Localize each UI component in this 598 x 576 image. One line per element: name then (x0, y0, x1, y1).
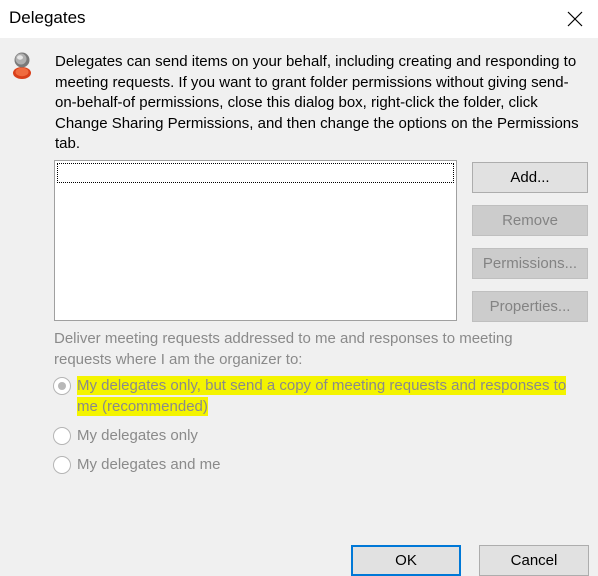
ok-button[interactable]: OK (351, 545, 461, 576)
add-button[interactable]: Add... (472, 162, 588, 193)
title-bar: Delegates (0, 0, 598, 38)
delegates-list[interactable] (54, 160, 457, 321)
radio-label-delegates-copy: My delegates only, but send a copy of me… (77, 376, 567, 416)
radio-option-delegates-copy[interactable]: My delegates only, but send a copy of me… (53, 376, 589, 417)
close-button[interactable] (552, 0, 598, 38)
close-icon (567, 11, 583, 27)
radio-button[interactable] (53, 456, 71, 474)
window-title: Delegates (9, 8, 86, 27)
permissions-button[interactable]: Permissions... (472, 248, 588, 279)
cancel-button[interactable]: Cancel (479, 545, 589, 576)
deliver-label: Deliver meeting requests addressed to me… (54, 330, 513, 368)
radio-option-delegates-only[interactable]: My delegates only (53, 426, 198, 447)
properties-button[interactable]: Properties... (472, 291, 588, 322)
list-focus-row[interactable] (57, 163, 454, 183)
remove-button[interactable]: Remove (472, 205, 588, 236)
radio-label-delegates-only: My delegates only (77, 427, 198, 444)
intro-text: Delegates can send items on your behalf,… (55, 53, 579, 152)
radio-label-delegates-and-me: My delegates and me (77, 456, 221, 473)
delegates-person-icon (13, 52, 31, 79)
radio-button-selected[interactable] (53, 377, 71, 395)
radio-option-delegates-and-me[interactable]: My delegates and me (53, 455, 220, 476)
radio-button[interactable] (53, 427, 71, 445)
